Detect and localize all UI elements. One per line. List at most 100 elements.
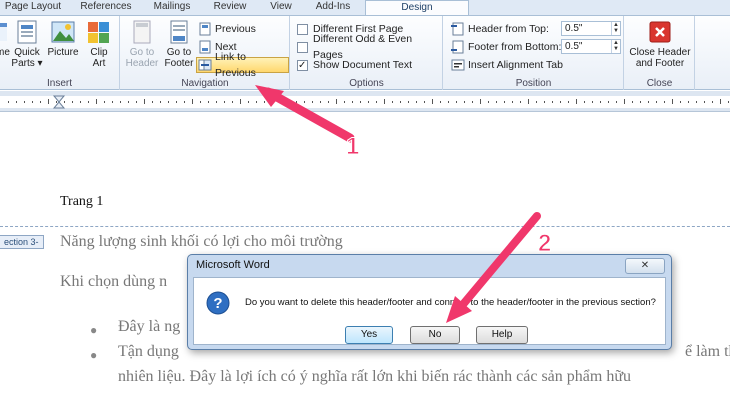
picture-button[interactable]: Picture <box>46 19 80 58</box>
tab-page-layout[interactable]: Page Layout <box>2 0 64 15</box>
ruler-tick <box>232 101 233 103</box>
ruler-tick <box>72 101 73 103</box>
footer-spinner-arrows-icon[interactable]: ▲ ▼ <box>611 40 620 53</box>
navigation-group: Go to Header Go to Footer Previous Next <box>121 16 290 90</box>
insert-group-label: Insert <box>46 78 72 89</box>
ruler-tick <box>224 101 225 103</box>
ruler-tick <box>632 101 633 103</box>
go-to-header-button[interactable]: Go to Header <box>124 19 160 69</box>
navigation-group-label: Navigation <box>181 78 229 89</box>
date-time-label: me <box>0 47 10 58</box>
previous-button[interactable]: Previous <box>198 21 256 37</box>
first-line-indent-icon[interactable] <box>52 95 66 103</box>
position-group-label: Position <box>515 78 552 89</box>
bullet-text-2-line-2[interactable]: nhiên liệu. Đây là lợi ích có ý nghĩa rấ… <box>118 368 631 386</box>
header-from-top-input[interactable]: 0.5" ▲ ▼ <box>561 21 621 36</box>
ruler-tick <box>496 101 497 103</box>
ruler-tick <box>424 101 425 103</box>
options-group-label: Options <box>349 78 384 89</box>
footer-position-icon <box>451 40 464 54</box>
close-group-label: Close <box>646 78 673 89</box>
ruler-tick <box>504 101 505 103</box>
ruler-tick <box>544 101 545 103</box>
ruler-tick <box>432 99 433 104</box>
header-position-icon <box>451 22 464 36</box>
tab-view[interactable]: View <box>262 0 300 15</box>
help-button[interactable]: Help <box>476 326 528 344</box>
bullet-text-2[interactable]: Tận dụng <box>118 343 179 361</box>
ruler-tick <box>144 99 145 104</box>
ruler-ticks <box>8 95 729 109</box>
ruler-tick <box>208 101 209 103</box>
show-document-text-checkbox[interactable] <box>297 58 308 74</box>
document-page[interactable]: Trang 1 ection 3- Năng lượng sinh khối c… <box>0 113 730 393</box>
ruler-tick <box>512 101 513 103</box>
picture-icon <box>51 21 75 43</box>
footer-from-bottom-input[interactable]: 0.5" ▲ ▼ <box>561 39 621 54</box>
close-header-footer-button[interactable]: Close Header and Footer <box>625 19 695 69</box>
ruler-tick <box>120 101 121 103</box>
ruler-tick <box>392 101 393 103</box>
bullet-text-2-tail[interactable]: ể làm th <box>685 343 730 361</box>
previous-label: Previous <box>215 23 256 35</box>
header-spinner-arrows-icon[interactable]: ▲ ▼ <box>611 22 620 35</box>
clip-art-icon <box>88 22 109 43</box>
different-odd-even-option[interactable]: Different Odd & Even Pages <box>297 33 442 61</box>
date-time-button[interactable]: me <box>0 19 10 58</box>
ruler-tick <box>640 101 641 103</box>
header-text[interactable]: Trang 1 <box>60 194 103 210</box>
ruler-tick <box>472 101 473 103</box>
document-paragraph[interactable]: Khi chọn dùng n <box>60 273 167 291</box>
tab-review[interactable]: Review <box>207 0 253 15</box>
insert-alignment-tab-button[interactable]: Insert Alignment Tab <box>451 57 563 73</box>
no-button[interactable]: No <box>410 326 460 344</box>
ruler-tick <box>184 101 185 103</box>
ruler-tick <box>624 99 625 104</box>
ruler-tick <box>648 101 649 103</box>
link-to-previous-button[interactable]: Link to Previous <box>196 51 289 79</box>
footer-from-bottom-row: Footer from Bottom: <box>451 39 561 55</box>
dialog-title: Microsoft Word <box>196 259 270 271</box>
ruler-tick <box>552 101 553 103</box>
different-first-page-checkbox[interactable] <box>297 23 308 35</box>
ruler-tick <box>464 101 465 103</box>
ruler-tick <box>448 101 449 103</box>
ruler-tick <box>728 101 729 103</box>
ruler-tick <box>536 101 537 103</box>
show-document-text-label: Show Document Text <box>313 59 413 71</box>
ruler-tick <box>408 101 409 103</box>
clip-art-button[interactable]: Clip Art <box>84 19 114 69</box>
document-heading[interactable]: Năng lượng sinh khối có lợi cho môi trườ… <box>60 233 343 251</box>
bullet-text-1[interactable]: Đây là ng <box>118 318 180 336</box>
yes-button[interactable]: Yes <box>345 326 393 344</box>
footer-from-bottom-value: 0.5" <box>565 41 583 52</box>
footer-from-bottom-label: Footer from Bottom: <box>468 41 562 53</box>
ruler-tick <box>616 101 617 103</box>
confirm-dialog: Microsoft Word ✕ ? Do you want to delete… <box>187 254 672 350</box>
show-document-text-option[interactable]: Show Document Text <box>297 57 413 74</box>
previous-section-icon <box>199 22 211 36</box>
ruler-tick <box>112 101 113 103</box>
ruler-tick <box>104 101 105 103</box>
ruler-tick <box>304 101 305 103</box>
ruler-tick <box>608 101 609 103</box>
ruler-tick <box>688 101 689 103</box>
tab-add-ins[interactable]: Add-Ins <box>308 0 358 15</box>
dialog-close-button[interactable]: ✕ <box>625 258 665 274</box>
tab-mailings[interactable]: Mailings <box>146 0 198 15</box>
tab-design[interactable]: Design <box>365 0 469 16</box>
ruler-tick <box>80 101 81 103</box>
hanging-indent-icon[interactable] <box>52 101 66 109</box>
go-to-footer-button[interactable]: Go to Footer <box>161 19 197 69</box>
go-to-footer-label-2: Footer <box>164 58 194 69</box>
section-tag: ection 3- <box>0 235 44 249</box>
ruler-tick <box>336 99 337 104</box>
different-odd-even-checkbox[interactable] <box>297 41 308 53</box>
tab-references[interactable]: References <box>75 0 137 15</box>
quick-parts-button[interactable]: Quick Parts ▾ <box>10 19 44 69</box>
horizontal-ruler[interactable] <box>0 91 730 112</box>
header-from-top-row: Header from Top: <box>451 21 549 37</box>
close-header-footer-label-2: and Footer <box>635 58 685 69</box>
position-group: Header from Top: 0.5" ▲ ▼ Footer from Bot… <box>444 16 624 90</box>
ruler-tick <box>368 101 369 103</box>
